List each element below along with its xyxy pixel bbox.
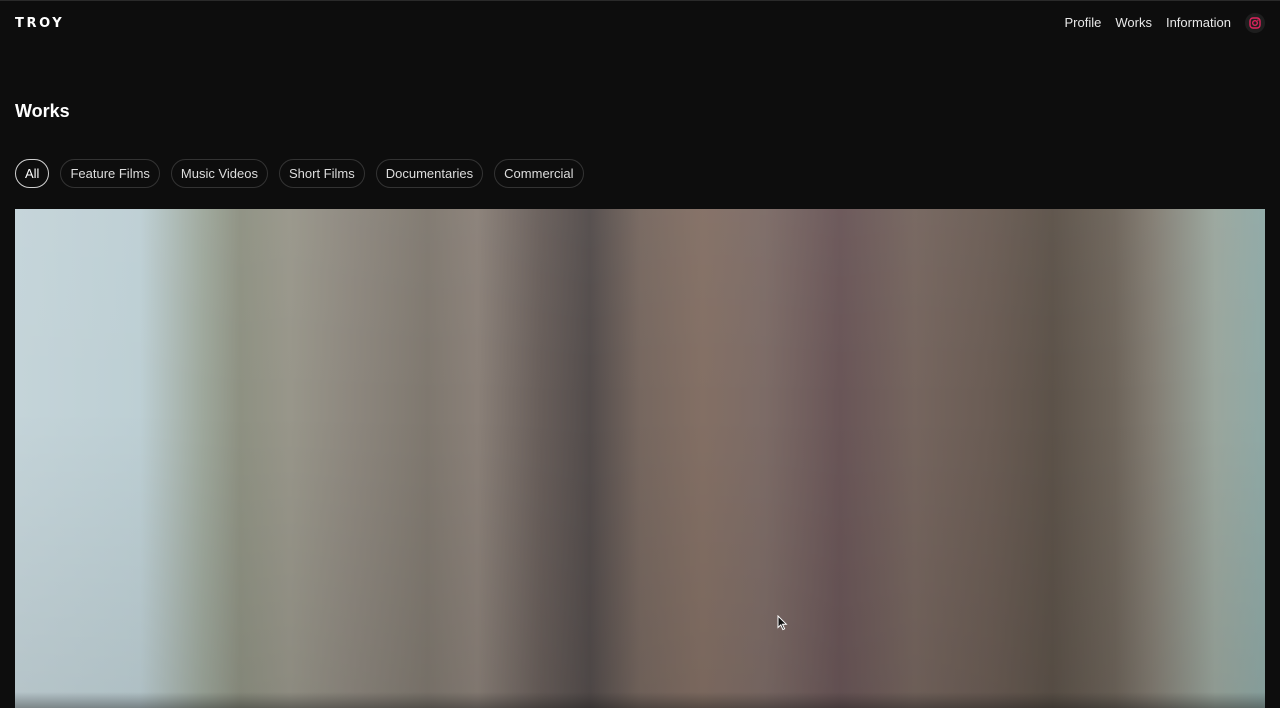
filter-music-videos[interactable]: Music Videos [170,159,268,188]
page-title: Works [15,101,70,121]
filter-documentaries[interactable]: Documentaries [375,159,484,188]
mouse-cursor-icon [777,615,788,631]
filter-feature-films[interactable]: Feature Films [60,159,160,188]
site-logo[interactable]: TROY [15,16,64,31]
site-header: TROY Profile Works Information [0,0,1280,46]
instagram-icon [1249,17,1261,29]
nav-link-works[interactable]: Works [1115,13,1152,33]
nav-link-information[interactable]: Information [1166,13,1231,33]
filter-commercial[interactable]: Commercial [494,159,584,188]
filter-all[interactable]: All [15,159,50,188]
nav-link-profile[interactable]: Profile [1064,13,1101,33]
main-nav: Profile Works Information [1050,13,1265,33]
category-filters: All Feature Films Music Videos Short Fil… [15,159,584,188]
video-bottom-shade [15,692,1265,708]
instagram-link[interactable] [1245,13,1265,33]
video-overlay [15,209,1265,708]
filter-short-films[interactable]: Short Films [279,159,365,188]
featured-video[interactable] [15,209,1265,708]
